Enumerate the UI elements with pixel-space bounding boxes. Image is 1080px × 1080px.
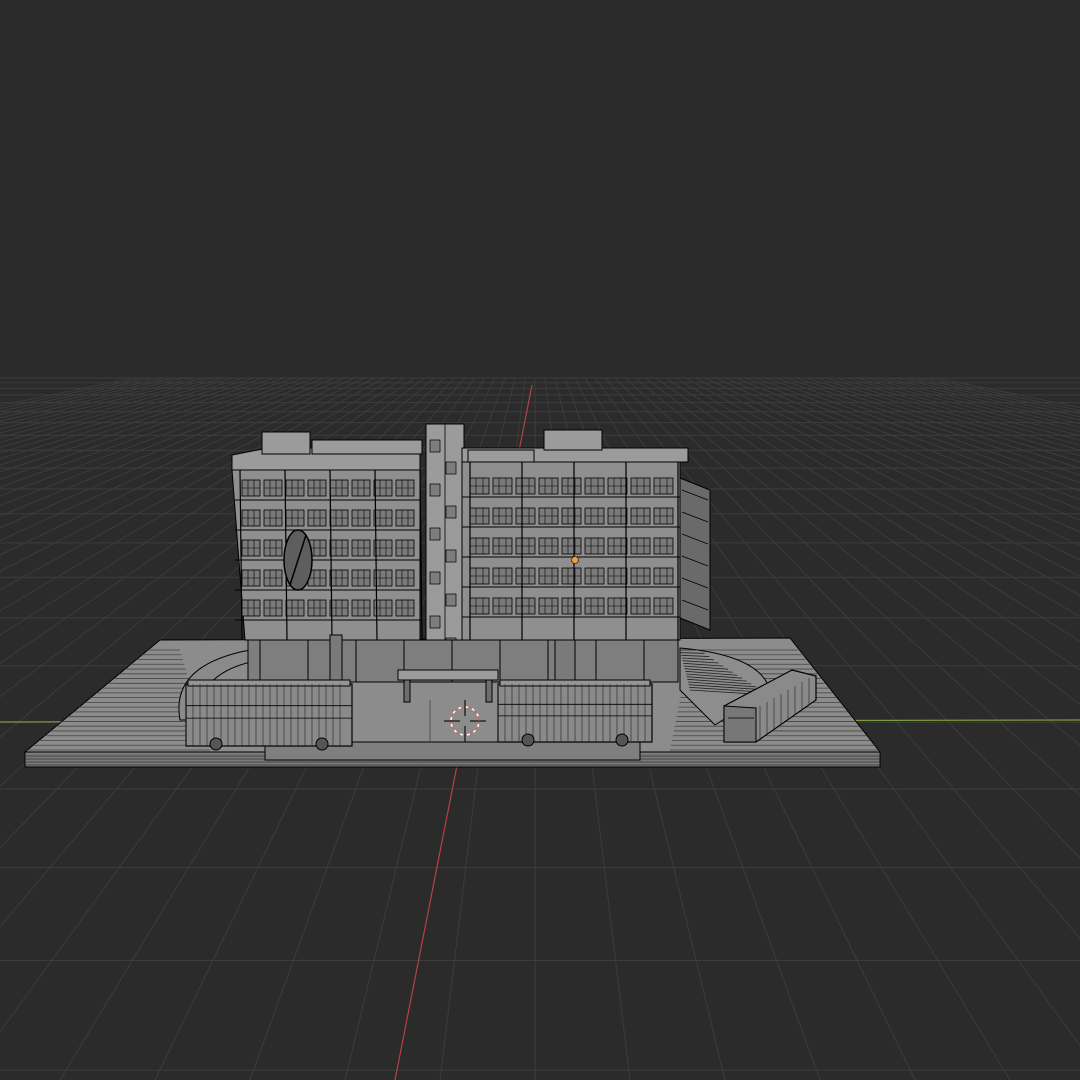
column-detail	[429, 571, 441, 585]
bus-wheel	[315, 737, 329, 751]
bus-left[interactable]	[185, 679, 353, 751]
canopy-post	[403, 679, 411, 703]
canopy-post	[485, 679, 493, 703]
building[interactable]	[231, 423, 711, 686]
roof-box-4	[467, 449, 535, 463]
entrance-post	[329, 634, 343, 686]
column-detail	[429, 615, 441, 629]
column-detail	[445, 505, 457, 519]
roof-box-2	[311, 439, 423, 455]
viewport-canvas[interactable]	[0, 0, 1080, 1080]
grid-line	[836, 377, 1080, 446]
grid-line	[896, 377, 1080, 421]
side-panel	[679, 477, 711, 631]
roof-box-3	[543, 429, 603, 451]
bus-wheel	[209, 737, 223, 751]
column-detail	[429, 439, 441, 453]
column-detail	[445, 549, 457, 563]
canopy-top	[397, 669, 499, 681]
bus-wheel	[615, 733, 629, 747]
3d-viewport[interactable]	[0, 0, 1080, 1080]
bus-body	[185, 683, 353, 747]
roof-box-1	[261, 431, 311, 455]
grid-line	[916, 377, 1080, 415]
column-detail	[445, 461, 457, 475]
column-detail	[429, 527, 441, 541]
entrance-post	[554, 639, 576, 683]
grid-line	[876, 377, 1080, 428]
grid-line	[846, 377, 1080, 441]
column-detail	[445, 593, 457, 607]
bus-front	[723, 705, 757, 743]
grid-line	[906, 377, 1080, 418]
grid-line	[866, 377, 1080, 432]
grid-line	[926, 377, 1080, 411]
bus-center[interactable]	[497, 679, 653, 747]
column-detail	[429, 483, 441, 497]
origin-dot-icon[interactable]	[571, 556, 579, 564]
bus-wheel	[521, 733, 535, 747]
grid-line	[886, 377, 1080, 425]
